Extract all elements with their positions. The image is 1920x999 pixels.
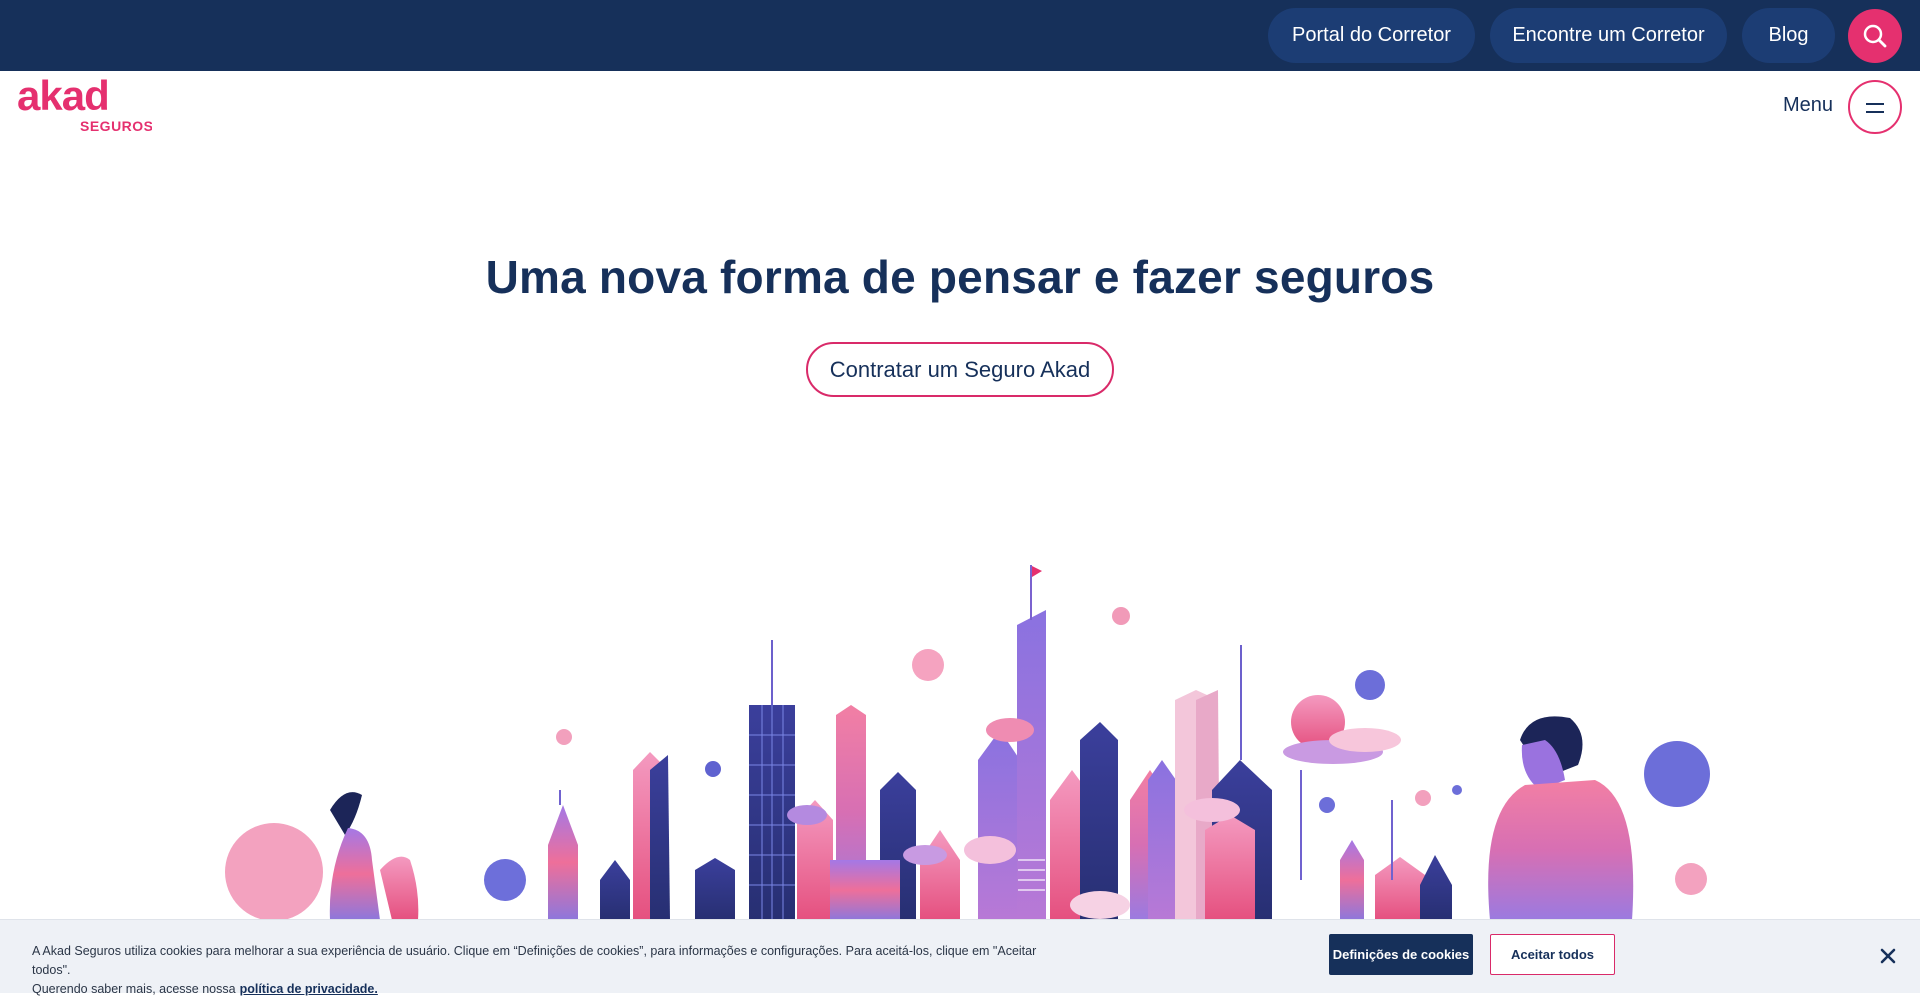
city-skyline-illustration [225,565,1710,920]
decor-circle [1415,790,1431,806]
accept-all-cookies-button[interactable]: Aceitar todos [1490,934,1615,975]
decor-circle [225,823,323,920]
decor-circle [1355,670,1385,700]
contratar-seguro-button[interactable]: Contratar um Seguro Akad [806,342,1114,397]
decor-circle [484,859,526,901]
cookie-message-line2: Querendo saber mais, acesse nossa polític… [32,980,1072,999]
hero-title-bold: pensar e fazer seguros [928,251,1435,303]
portal-do-corretor-link[interactable]: Portal do Corretor [1268,8,1475,63]
decor-circle [1319,797,1335,813]
privacy-policy-link[interactable]: política de privacidade. [240,982,378,996]
blog-link[interactable]: Blog [1742,8,1835,63]
top-navigation-bar: Portal do Corretor Encontre um Corretor … [0,0,1920,71]
right-person-figure [1488,716,1634,920]
decor-circle [705,761,721,777]
decor-circle [1644,741,1710,807]
menu-button[interactable] [1848,80,1902,134]
search-button[interactable] [1848,9,1902,63]
decor-circle [556,729,572,745]
search-icon [1863,24,1887,48]
decor-circle [912,649,944,681]
cookie-settings-button[interactable]: Definições de cookies [1329,934,1473,975]
logo-wordmark: akad [17,78,109,119]
cookie-message-line1: A Akad Seguros utiliza cookies para melh… [32,944,1037,977]
cookie-message-prefix: Querendo saber mais, acesse nossa [32,982,236,996]
akad-seguros-logo[interactable]: akad SEGUROS [17,78,152,134]
flag [1032,566,1042,577]
decor-circle [1675,863,1707,895]
decor-circle [1112,607,1130,625]
encontre-um-corretor-link[interactable]: Encontre um Corretor [1490,8,1727,63]
decor-circle [1452,785,1462,795]
cookie-message: A Akad Seguros utiliza cookies para melh… [32,942,1072,999]
hero-title: Uma nova forma de pensar e fazer seguros [0,250,1920,304]
logo-subtitle: SEGUROS [80,118,152,134]
hero-title-regular: Uma nova forma de [485,251,929,303]
menu-label[interactable]: Menu [1783,94,1833,117]
left-person-figure [329,792,419,920]
close-icon[interactable] [1876,944,1900,968]
cookie-banner: A Akad Seguros utiliza cookies para melh… [0,919,1920,996]
